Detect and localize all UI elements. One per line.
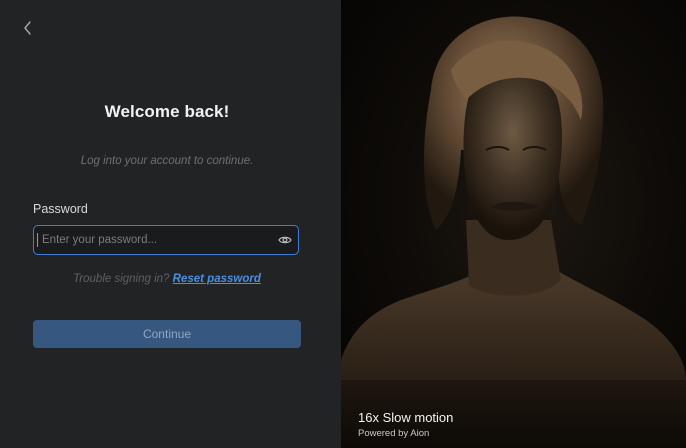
portrait-video bbox=[341, 16, 686, 448]
password-input[interactable] bbox=[38, 226, 272, 254]
media-caption: 16x Slow motion Powered by Aion bbox=[358, 410, 453, 439]
caption-title: 16x Slow motion bbox=[358, 410, 454, 425]
eye-icon bbox=[278, 236, 292, 244]
reset-password-link[interactable]: Reset password bbox=[173, 273, 261, 285]
trouble-signing-in: Trouble signing in? Reset password bbox=[0, 273, 334, 285]
media-panel: 16x Slow motion Powered by Aion bbox=[341, 0, 686, 448]
caption-subtitle: Powered by Aion bbox=[358, 428, 430, 439]
page-subtitle: Log into your account to continue. bbox=[80, 155, 254, 167]
chevron-left-icon bbox=[24, 21, 31, 35]
back-button[interactable] bbox=[18, 18, 38, 38]
toggle-password-visibility-button[interactable] bbox=[272, 226, 298, 254]
password-label: Password bbox=[33, 202, 88, 216]
continue-button[interactable]: Continue bbox=[33, 320, 301, 348]
password-field[interactable] bbox=[33, 225, 299, 255]
login-screen: Welcome back! Log into your account to c… bbox=[0, 0, 686, 448]
trouble-text: Trouble signing in? bbox=[73, 273, 170, 285]
page-title: Welcome back! bbox=[104, 102, 230, 121]
login-panel: Welcome back! Log into your account to c… bbox=[0, 0, 341, 448]
